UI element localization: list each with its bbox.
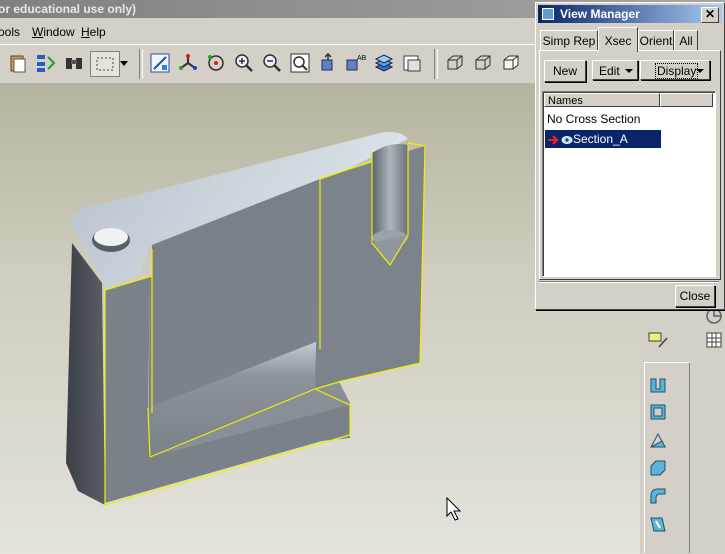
part-left-face (66, 243, 105, 505)
chamfer-icon[interactable] (646, 456, 670, 480)
mouse-cursor-icon (446, 496, 462, 521)
chevron-down-icon (696, 69, 704, 73)
tab-xsec[interactable]: Xsec (598, 27, 638, 52)
zoom-out-icon[interactable] (260, 51, 284, 75)
paste-icon[interactable] (6, 51, 30, 75)
display-button-label: Display (655, 63, 699, 79)
hidden-line-icon[interactable] (471, 51, 495, 75)
menu-tools[interactable]: ools (0, 25, 20, 39)
view-manager-dialog: View Manager ✕ Simp Rep Xsec Orient All … (535, 2, 725, 310)
reorient-icon[interactable] (316, 51, 340, 75)
close-icon[interactable]: ✕ (701, 7, 719, 23)
dialog-divider (539, 281, 719, 283)
model-display-icon[interactable] (400, 51, 424, 75)
toolbar-separator (139, 49, 143, 79)
edit-button[interactable]: Edit (592, 60, 638, 80)
toolbar-separator (434, 49, 438, 79)
new-button[interactable]: New (544, 60, 586, 82)
close-button[interactable]: Close (675, 285, 715, 307)
hole-icon[interactable] (646, 512, 670, 536)
view-manager-icon (542, 8, 554, 20)
refit-icon[interactable] (288, 51, 312, 75)
list-item-label: No Cross Section (547, 112, 641, 126)
saved-views-icon[interactable]: AB (344, 51, 368, 75)
find-icon[interactable] (62, 51, 86, 75)
list-item-section-a[interactable]: Section_A (545, 130, 661, 148)
active-arrow-icon (548, 135, 559, 145)
column-header-blank[interactable] (660, 93, 713, 107)
part-model[interactable] (66, 131, 426, 506)
draft-icon[interactable] (646, 428, 670, 452)
chevron-down-icon (625, 69, 633, 73)
no-hidden-icon[interactable] (499, 51, 523, 75)
list-item-no-cross-section[interactable]: No Cross Section (545, 110, 661, 128)
names-column-header[interactable]: Names (544, 93, 660, 107)
round-icon[interactable] (646, 484, 670, 508)
tab-orient[interactable]: Orient (638, 30, 674, 51)
spin-center-icon[interactable] (176, 51, 200, 75)
menu-window[interactable]: Window (32, 25, 75, 39)
dialog-title-bar[interactable]: View Manager ✕ (538, 5, 722, 23)
repaint-icon[interactable] (148, 51, 172, 75)
menu-help[interactable]: Help (81, 25, 106, 39)
dialog-title: View Manager (560, 7, 640, 21)
select-box-icon[interactable] (90, 51, 120, 77)
orient-mode-icon[interactable] (204, 51, 228, 75)
extrude-icon[interactable] (646, 372, 670, 396)
feature-toolbar (640, 300, 725, 554)
names-list[interactable]: Names No Cross Section Section_A (542, 91, 716, 277)
sketch-icon[interactable] (646, 328, 670, 352)
shell-icon[interactable] (646, 400, 670, 424)
wireframe-icon[interactable] (443, 51, 467, 75)
table-icon[interactable] (702, 328, 725, 352)
display-button[interactable]: Display (640, 60, 710, 80)
chevron-down-icon[interactable] (117, 51, 131, 75)
layers-icon[interactable] (372, 51, 396, 75)
zoom-in-icon[interactable] (232, 51, 256, 75)
eye-icon (561, 135, 573, 144)
svg-text:AB: AB (357, 55, 367, 62)
app-title: or educational use only) (0, 2, 137, 16)
regenerate-icon[interactable] (34, 51, 58, 75)
tab-all[interactable]: All (674, 30, 698, 51)
tab-simp-rep[interactable]: Simp Rep (540, 30, 598, 51)
list-item-label: Section_A (573, 132, 628, 146)
edit-button-label: Edit (599, 64, 620, 78)
